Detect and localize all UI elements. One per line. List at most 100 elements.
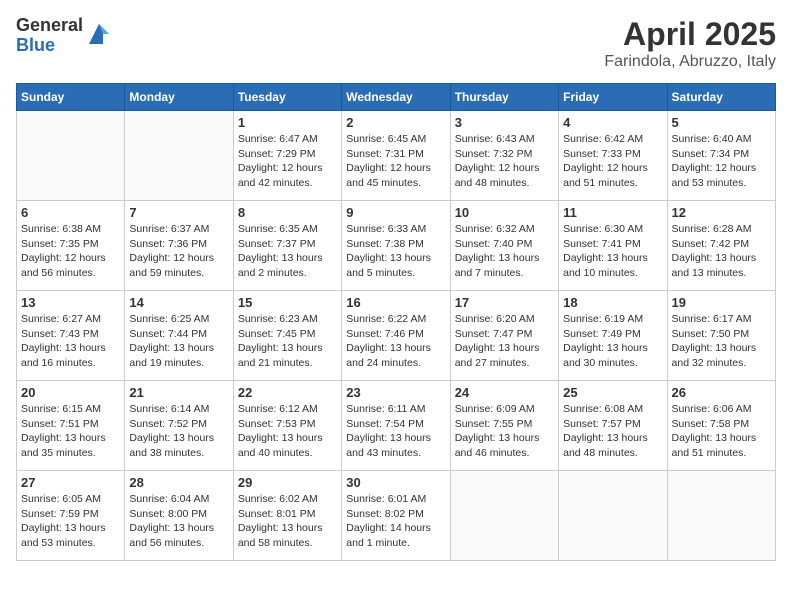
day-number: 16 (346, 295, 445, 310)
calendar-day-cell (125, 111, 233, 201)
calendar-day-cell (559, 471, 667, 561)
calendar-week-row: 6Sunrise: 6:38 AM Sunset: 7:35 PM Daylig… (17, 201, 776, 291)
calendar-day-cell: 15 Sunrise: 6:23 AM Sunset: 7:45 PM Dayli… (233, 291, 341, 381)
calendar-table: SundayMondayTuesdayWednesdayThursdayFrid… (16, 83, 776, 561)
day-info: Sunrise: 6:02 AM Sunset: 8:01 PM Dayligh… (238, 492, 337, 551)
day-info: Sunrise: 6:04 AM Sunset: 8:00 PM Dayligh… (129, 492, 228, 551)
logo-blue-text: Blue (16, 36, 83, 56)
day-number: 29 (238, 475, 337, 490)
weekday-header: Saturday (667, 84, 775, 111)
day-info: Sunrise: 6:15 AM Sunset: 7:51 PM Dayligh… (21, 402, 120, 461)
day-info: Sunrise: 6:42 AM Sunset: 7:33 PM Dayligh… (563, 132, 662, 191)
day-info: Sunrise: 6:32 AM Sunset: 7:40 PM Dayligh… (455, 222, 554, 281)
day-info: Sunrise: 6:05 AM Sunset: 7:59 PM Dayligh… (21, 492, 120, 551)
day-number: 19 (672, 295, 771, 310)
calendar-day-cell: 6Sunrise: 6:38 AM Sunset: 7:35 PM Daylig… (17, 201, 125, 291)
calendar-day-cell: 10 Sunrise: 6:32 AM Sunset: 7:40 PM Dayli… (450, 201, 558, 291)
day-info: Sunrise: 6:23 AM Sunset: 7:45 PM Dayligh… (238, 312, 337, 371)
calendar-day-cell: 2 Sunrise: 6:45 AM Sunset: 7:31 PM Daylig… (342, 111, 450, 201)
calendar-day-cell: 30 Sunrise: 6:01 AM Sunset: 8:02 PM Dayli… (342, 471, 450, 561)
day-number: 6 (21, 205, 120, 220)
day-number: 28 (129, 475, 228, 490)
day-info: Sunrise: 6:01 AM Sunset: 8:02 PM Dayligh… (346, 492, 445, 551)
day-number: 13 (21, 295, 120, 310)
day-info: Sunrise: 6:47 AM Sunset: 7:29 PM Dayligh… (238, 132, 337, 191)
calendar-day-cell: 11 Sunrise: 6:30 AM Sunset: 7:41 PM Dayli… (559, 201, 667, 291)
day-info: Sunrise: 6:43 AM Sunset: 7:32 PM Dayligh… (455, 132, 554, 191)
calendar-day-cell: 16 Sunrise: 6:22 AM Sunset: 7:46 PM Dayli… (342, 291, 450, 381)
calendar-day-cell: 17Sunrise: 6:20 AM Sunset: 7:47 PM Dayli… (450, 291, 558, 381)
day-number: 9 (346, 205, 445, 220)
month-title: April 2025 (604, 16, 776, 53)
calendar-day-cell: 21 Sunrise: 6:14 AM Sunset: 7:52 PM Dayli… (125, 381, 233, 471)
calendar-day-cell: 12 Sunrise: 6:28 AM Sunset: 7:42 PM Dayli… (667, 201, 775, 291)
calendar-day-cell (450, 471, 558, 561)
calendar-day-cell: 25 Sunrise: 6:08 AM Sunset: 7:57 PM Dayli… (559, 381, 667, 471)
day-info: Sunrise: 6:12 AM Sunset: 7:53 PM Dayligh… (238, 402, 337, 461)
calendar-day-cell (667, 471, 775, 561)
day-info: Sunrise: 6:22 AM Sunset: 7:46 PM Dayligh… (346, 312, 445, 371)
day-number: 12 (672, 205, 771, 220)
day-number: 11 (563, 205, 662, 220)
calendar-day-cell: 20 Sunrise: 6:15 AM Sunset: 7:51 PM Dayli… (17, 381, 125, 471)
day-number: 17 (455, 295, 554, 310)
day-number: 10 (455, 205, 554, 220)
day-info: Sunrise: 6:14 AM Sunset: 7:52 PM Dayligh… (129, 402, 228, 461)
day-info: Sunrise: 6:17 AM Sunset: 7:50 PM Dayligh… (672, 312, 771, 371)
calendar-day-cell: 23 Sunrise: 6:11 AM Sunset: 7:54 PM Dayli… (342, 381, 450, 471)
title-area: April 2025 Farindola, Abruzzo, Italy (604, 16, 776, 71)
day-info: Sunrise: 6:27 AM Sunset: 7:43 PM Dayligh… (21, 312, 120, 371)
calendar-day-cell: 29 Sunrise: 6:02 AM Sunset: 8:01 PM Dayli… (233, 471, 341, 561)
day-number: 27 (21, 475, 120, 490)
calendar-day-cell: 14Sunrise: 6:25 AM Sunset: 7:44 PM Dayli… (125, 291, 233, 381)
day-number: 8 (238, 205, 337, 220)
calendar-day-cell: 3Sunrise: 6:43 AM Sunset: 7:32 PM Daylig… (450, 111, 558, 201)
logo-general-text: General (16, 16, 83, 36)
day-number: 23 (346, 385, 445, 400)
calendar-day-cell: 4Sunrise: 6:42 AM Sunset: 7:33 PM Daylig… (559, 111, 667, 201)
calendar-day-cell: 9 Sunrise: 6:33 AM Sunset: 7:38 PM Daylig… (342, 201, 450, 291)
day-info: Sunrise: 6:08 AM Sunset: 7:57 PM Dayligh… (563, 402, 662, 461)
day-info: Sunrise: 6:19 AM Sunset: 7:49 PM Dayligh… (563, 312, 662, 371)
day-info: Sunrise: 6:06 AM Sunset: 7:58 PM Dayligh… (672, 402, 771, 461)
weekday-header: Tuesday (233, 84, 341, 111)
calendar-day-cell: 5Sunrise: 6:40 AM Sunset: 7:34 PM Daylig… (667, 111, 775, 201)
day-info: Sunrise: 6:30 AM Sunset: 7:41 PM Dayligh… (563, 222, 662, 281)
day-number: 21 (129, 385, 228, 400)
day-info: Sunrise: 6:28 AM Sunset: 7:42 PM Dayligh… (672, 222, 771, 281)
day-info: Sunrise: 6:35 AM Sunset: 7:37 PM Dayligh… (238, 222, 337, 281)
calendar-week-row: 13 Sunrise: 6:27 AM Sunset: 7:43 PM Dayli… (17, 291, 776, 381)
weekday-header: Sunday (17, 84, 125, 111)
day-info: Sunrise: 6:45 AM Sunset: 7:31 PM Dayligh… (346, 132, 445, 191)
day-number: 2 (346, 115, 445, 130)
calendar-week-row: 20 Sunrise: 6:15 AM Sunset: 7:51 PM Dayli… (17, 381, 776, 471)
calendar-day-cell: 19 Sunrise: 6:17 AM Sunset: 7:50 PM Dayli… (667, 291, 775, 381)
calendar-week-row: 27 Sunrise: 6:05 AM Sunset: 7:59 PM Dayli… (17, 471, 776, 561)
calendar-day-cell: 8 Sunrise: 6:35 AM Sunset: 7:37 PM Daylig… (233, 201, 341, 291)
day-info: Sunrise: 6:11 AM Sunset: 7:54 PM Dayligh… (346, 402, 445, 461)
day-info: Sunrise: 6:37 AM Sunset: 7:36 PM Dayligh… (129, 222, 228, 281)
day-number: 25 (563, 385, 662, 400)
calendar-day-cell: 7 Sunrise: 6:37 AM Sunset: 7:36 PM Daylig… (125, 201, 233, 291)
calendar-day-cell: 28 Sunrise: 6:04 AM Sunset: 8:00 PM Dayli… (125, 471, 233, 561)
day-number: 22 (238, 385, 337, 400)
calendar-day-cell: 22 Sunrise: 6:12 AM Sunset: 7:53 PM Dayli… (233, 381, 341, 471)
day-info: Sunrise: 6:09 AM Sunset: 7:55 PM Dayligh… (455, 402, 554, 461)
calendar-day-cell: 13 Sunrise: 6:27 AM Sunset: 7:43 PM Dayli… (17, 291, 125, 381)
day-info: Sunrise: 6:33 AM Sunset: 7:38 PM Dayligh… (346, 222, 445, 281)
logo: General Blue (16, 16, 113, 56)
day-number: 15 (238, 295, 337, 310)
day-number: 20 (21, 385, 120, 400)
calendar-day-cell: 24Sunrise: 6:09 AM Sunset: 7:55 PM Dayli… (450, 381, 558, 471)
day-number: 5 (672, 115, 771, 130)
day-info: Sunrise: 6:25 AM Sunset: 7:44 PM Dayligh… (129, 312, 228, 371)
weekday-header: Wednesday (342, 84, 450, 111)
day-number: 30 (346, 475, 445, 490)
logo-icon (85, 20, 113, 48)
day-number: 7 (129, 205, 228, 220)
day-number: 26 (672, 385, 771, 400)
calendar-week-row: 1Sunrise: 6:47 AM Sunset: 7:29 PM Daylig… (17, 111, 776, 201)
weekday-header: Thursday (450, 84, 558, 111)
calendar-day-cell: 27 Sunrise: 6:05 AM Sunset: 7:59 PM Dayli… (17, 471, 125, 561)
location-title: Farindola, Abruzzo, Italy (604, 53, 776, 71)
